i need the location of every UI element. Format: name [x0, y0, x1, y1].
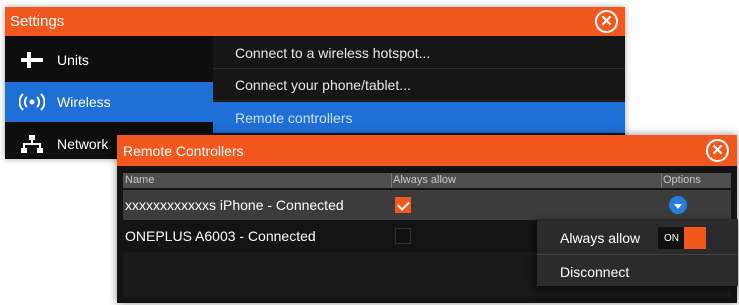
- units-icon: [17, 51, 47, 69]
- column-header-name: Name: [125, 174, 155, 186]
- always-allow-label: Always allow: [560, 229, 641, 246]
- column-header-always-allow: Always allow: [393, 174, 456, 186]
- disconnect-option[interactable]: Disconnect: [537, 255, 738, 288]
- always-allow-checkbox[interactable]: [395, 228, 411, 244]
- sidebar-item-wireless[interactable]: Wireless: [5, 82, 227, 122]
- sidebar-item-label: Wireless: [57, 94, 111, 110]
- sidebar-item-label: Network: [57, 136, 109, 152]
- remote-controllers-item[interactable]: Remote controllers: [213, 102, 625, 133]
- always-allow-checkbox[interactable]: [395, 197, 411, 213]
- connect-phone-item[interactable]: Connect your phone/tablet...: [213, 70, 625, 101]
- toggle-knob: [684, 227, 706, 249]
- options-popup: Always allow ON Disconnect: [537, 219, 738, 286]
- connect-hotspot-item[interactable]: Connect to a wireless hotspot...: [213, 38, 625, 69]
- remote-title: Remote Controllers: [123, 142, 244, 159]
- column-header-options: Options: [663, 174, 701, 186]
- always-allow-toggle[interactable]: ON: [658, 227, 706, 249]
- column-divider: [661, 173, 662, 188]
- close-icon[interactable]: ✕: [706, 139, 729, 162]
- device-name: xxxxxxxxxxxxs iPhone - Connected: [125, 197, 344, 213]
- close-icon[interactable]: ✕: [595, 10, 618, 33]
- remote-titlebar: Remote Controllers ✕: [117, 135, 737, 166]
- wireless-icon: [17, 93, 47, 111]
- settings-title: Settings: [10, 13, 65, 30]
- column-divider: [391, 173, 392, 188]
- sidebar-item-label: Units: [57, 52, 89, 68]
- device-name: ONEPLUS A6003 - Connected: [125, 228, 316, 244]
- toggle-label: ON: [664, 232, 679, 244]
- sidebar-item-units[interactable]: Units: [5, 40, 213, 80]
- options-dropdown-icon[interactable]: [669, 196, 687, 214]
- table-row[interactable]: xxxxxxxxxxxxs iPhone - Connected: [123, 190, 731, 220]
- table-header: Name Always allow Options: [123, 173, 731, 188]
- network-icon: [17, 135, 47, 153]
- settings-titlebar: Settings ✕: [5, 7, 625, 36]
- always-allow-option[interactable]: Always allow ON: [537, 221, 738, 254]
